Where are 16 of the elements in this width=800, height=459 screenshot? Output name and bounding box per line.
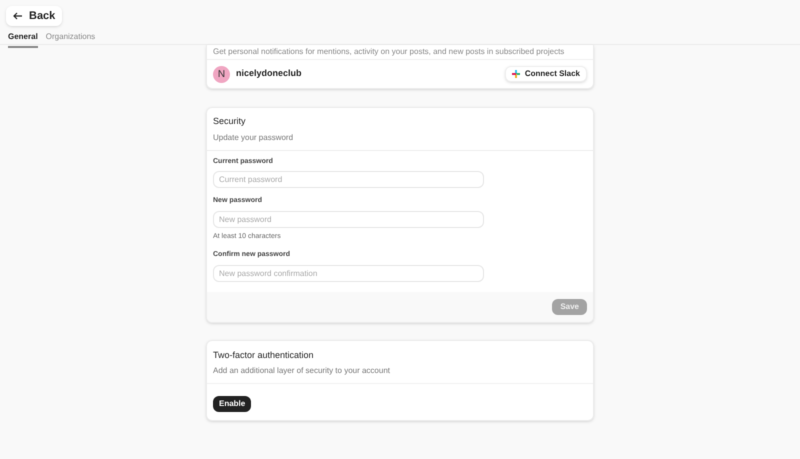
connect-slack-button[interactable]: Connect Slack	[504, 66, 587, 82]
enable-button[interactable]: Enable	[213, 396, 252, 412]
card-title: Two-factor authentication	[213, 348, 315, 362]
card-subtitle: Add an additional layer of security to your account	[213, 365, 391, 377]
card-description: Get personal notifications for mentions, activity on your posts, and new posts in subscribed projects	[207, 45, 593, 60]
password-field[interactable]: New password confirmation	[213, 264, 484, 282]
back-button[interactable]: Back	[6, 6, 62, 26]
card-subtitle: Update your password	[213, 132, 294, 144]
tab[interactable]: General	[8, 31, 38, 48]
account-name: nicelydoneclub	[236, 67, 302, 80]
slack-logo-icon	[512, 70, 520, 78]
password-field[interactable]: Current password	[213, 171, 484, 188]
card-title: Security	[213, 115, 247, 128]
avatar: N	[213, 66, 230, 82]
password-field[interactable]: New password	[213, 210, 484, 228]
arrow-left-icon	[13, 12, 23, 20]
